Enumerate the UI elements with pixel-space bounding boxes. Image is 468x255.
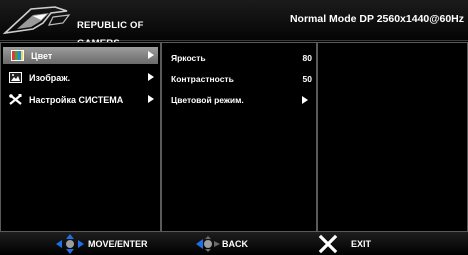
osd-window: REPUBLIC OF GAMERS Normal Mode DP 2560x1… xyxy=(0,0,468,255)
setting-label: Цветовой режим. xyxy=(171,95,244,105)
setting-value: 50 xyxy=(302,74,312,84)
chevron-right-icon xyxy=(148,51,154,59)
main-menu-panel: Цвет Изображ. Настройка СИСТЕМА xyxy=(0,42,161,232)
joystick-left-icon xyxy=(196,236,220,252)
setting-color-mode[interactable]: Цветовой режим. xyxy=(162,90,316,111)
joystick-dpad-icon xyxy=(56,234,84,254)
chevron-right-icon xyxy=(302,96,308,104)
mode-info: Normal Mode DP 2560x1440@60Hz xyxy=(289,13,464,25)
move-enter-label: MOVE/ENTER xyxy=(88,239,148,249)
color-bars-icon xyxy=(11,50,24,61)
menu-item-label: Настройка СИСТЕМА xyxy=(29,95,124,105)
setting-contrast[interactable]: Контрастность 50 xyxy=(162,69,316,90)
chevron-right-icon xyxy=(148,73,154,81)
setting-brightness[interactable]: Яркость 80 xyxy=(162,48,316,69)
setting-value: 80 xyxy=(302,53,312,63)
brand-line-1: REPUBLIC OF xyxy=(77,20,144,31)
tools-icon xyxy=(9,94,22,105)
exit-label: EXIT xyxy=(351,239,372,249)
close-icon xyxy=(318,234,338,254)
image-icon xyxy=(9,72,22,83)
menu-item-label: Изображ. xyxy=(29,73,71,83)
rog-eye-icon xyxy=(3,6,71,35)
sub-menu-panel: Яркость 80 Контрастность 50 Цветовой реж… xyxy=(161,42,317,232)
menu-item-label: Цвет xyxy=(31,51,53,61)
menu-item-system-setup[interactable]: Настройка СИСТЕМА xyxy=(1,91,160,108)
osd-header: REPUBLIC OF GAMERS Normal Mode DP 2560x1… xyxy=(0,0,468,48)
menu-item-image[interactable]: Изображ. xyxy=(1,69,160,86)
setting-label: Контрастность xyxy=(171,74,234,84)
setting-label: Яркость xyxy=(171,53,206,63)
menu-item-color[interactable]: Цвет xyxy=(3,47,158,64)
rog-logo: REPUBLIC OF GAMERS xyxy=(3,3,153,48)
detail-panel xyxy=(317,42,468,232)
osd-footer: MOVE/ENTER BACK EXIT xyxy=(0,232,468,255)
back-label: BACK xyxy=(222,239,248,249)
chevron-right-icon xyxy=(148,95,154,103)
